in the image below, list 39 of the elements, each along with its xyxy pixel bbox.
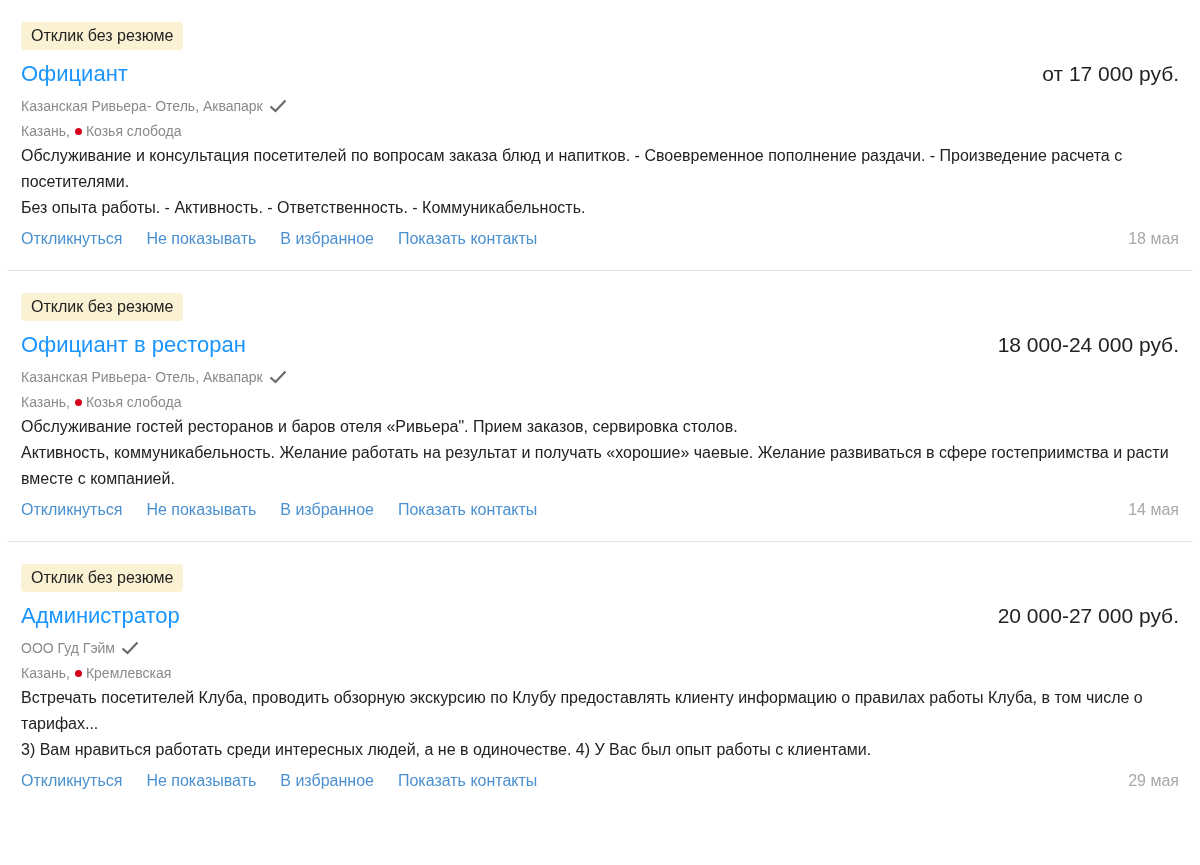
action-link[interactable]: Показать контакты xyxy=(397,769,538,793)
action-link[interactable]: Показать контакты xyxy=(397,227,538,251)
badge: Отклик без резюме xyxy=(21,22,184,50)
company-name: ООО Гуд Гэйм xyxy=(21,638,115,658)
description-paragraph: 3) Вам нравиться работать среди интересных людей, а не в одиночестве. 4) У Вас был опыт работы с клиентами. xyxy=(21,740,873,760)
city: Казань, xyxy=(21,392,70,412)
metro-station: Кремлевская xyxy=(85,663,172,683)
post-date: 14 мая xyxy=(1128,500,1179,520)
action-link[interactable]: Откликнуться xyxy=(21,498,123,522)
company-name: Казанская Ривьера- Отель, Аквапарк xyxy=(21,96,263,116)
action-link[interactable]: Не показывать xyxy=(146,769,257,793)
post-date: 29 мая xyxy=(1128,771,1179,791)
vacancy-title-link[interactable]: Официант в ресторан xyxy=(21,329,246,361)
action-link[interactable]: Откликнуться xyxy=(21,769,123,793)
city: Казань, xyxy=(21,121,70,141)
action-link[interactable]: В избранное xyxy=(280,769,374,793)
action-link[interactable]: Откликнуться xyxy=(21,227,123,251)
city: Казань, xyxy=(21,663,70,683)
description-paragraph: Встречать посетителей Клуба, проводить обзорную экскурсию по Клубу предоставлять клиенту информацию о правилах работы Клуба, в том числе о тарифах... xyxy=(21,688,1144,734)
metro-station: Козья слобода xyxy=(85,121,182,141)
action-link[interactable]: Не показывать xyxy=(146,227,257,251)
vacancy-title-link[interactable]: Официант xyxy=(21,58,128,90)
badge: Отклик без резюме xyxy=(21,564,184,592)
description-paragraph: Обслуживание гостей ресторанов и баров отеля «Ривьера". Прием заказов, сервировка столов. xyxy=(21,417,739,437)
metro-station: Козья слобода xyxy=(85,392,182,412)
company-name: Казанская Ривьера- Отель, Аквапарк xyxy=(21,367,263,387)
badge: Отклик без резюме xyxy=(21,293,184,321)
description-paragraph: Активность, коммуникабельность. Желание работать на результат и получать «хорошие» чаевые. Желание развиваться в сфере гостеприимства и расти вместе с компанией. xyxy=(21,443,1170,489)
salary: 20 000-27 000 руб. xyxy=(997,603,1179,629)
vacancy-title-link[interactable]: Администратор xyxy=(21,600,180,632)
description-paragraph: Обслуживание и консультация посетителей по вопросам заказа блюд и напитков. - Своевременное пополнение раздачи. - Произведение расчета с посетителями. xyxy=(21,146,1124,192)
action-link[interactable]: Показать контакты xyxy=(397,498,538,522)
action-link[interactable]: В избранное xyxy=(280,227,374,251)
action-link[interactable]: В избранное xyxy=(280,498,374,522)
action-link[interactable]: Не показывать xyxy=(146,498,257,522)
salary: 18 000-24 000 руб. xyxy=(997,332,1179,358)
post-date: 18 мая xyxy=(1128,229,1179,249)
salary: от 17 000 руб. xyxy=(1042,61,1179,87)
description-paragraph: Без опыта работы. - Активность. - Ответственность. - Коммуникабельность. xyxy=(21,198,587,218)
